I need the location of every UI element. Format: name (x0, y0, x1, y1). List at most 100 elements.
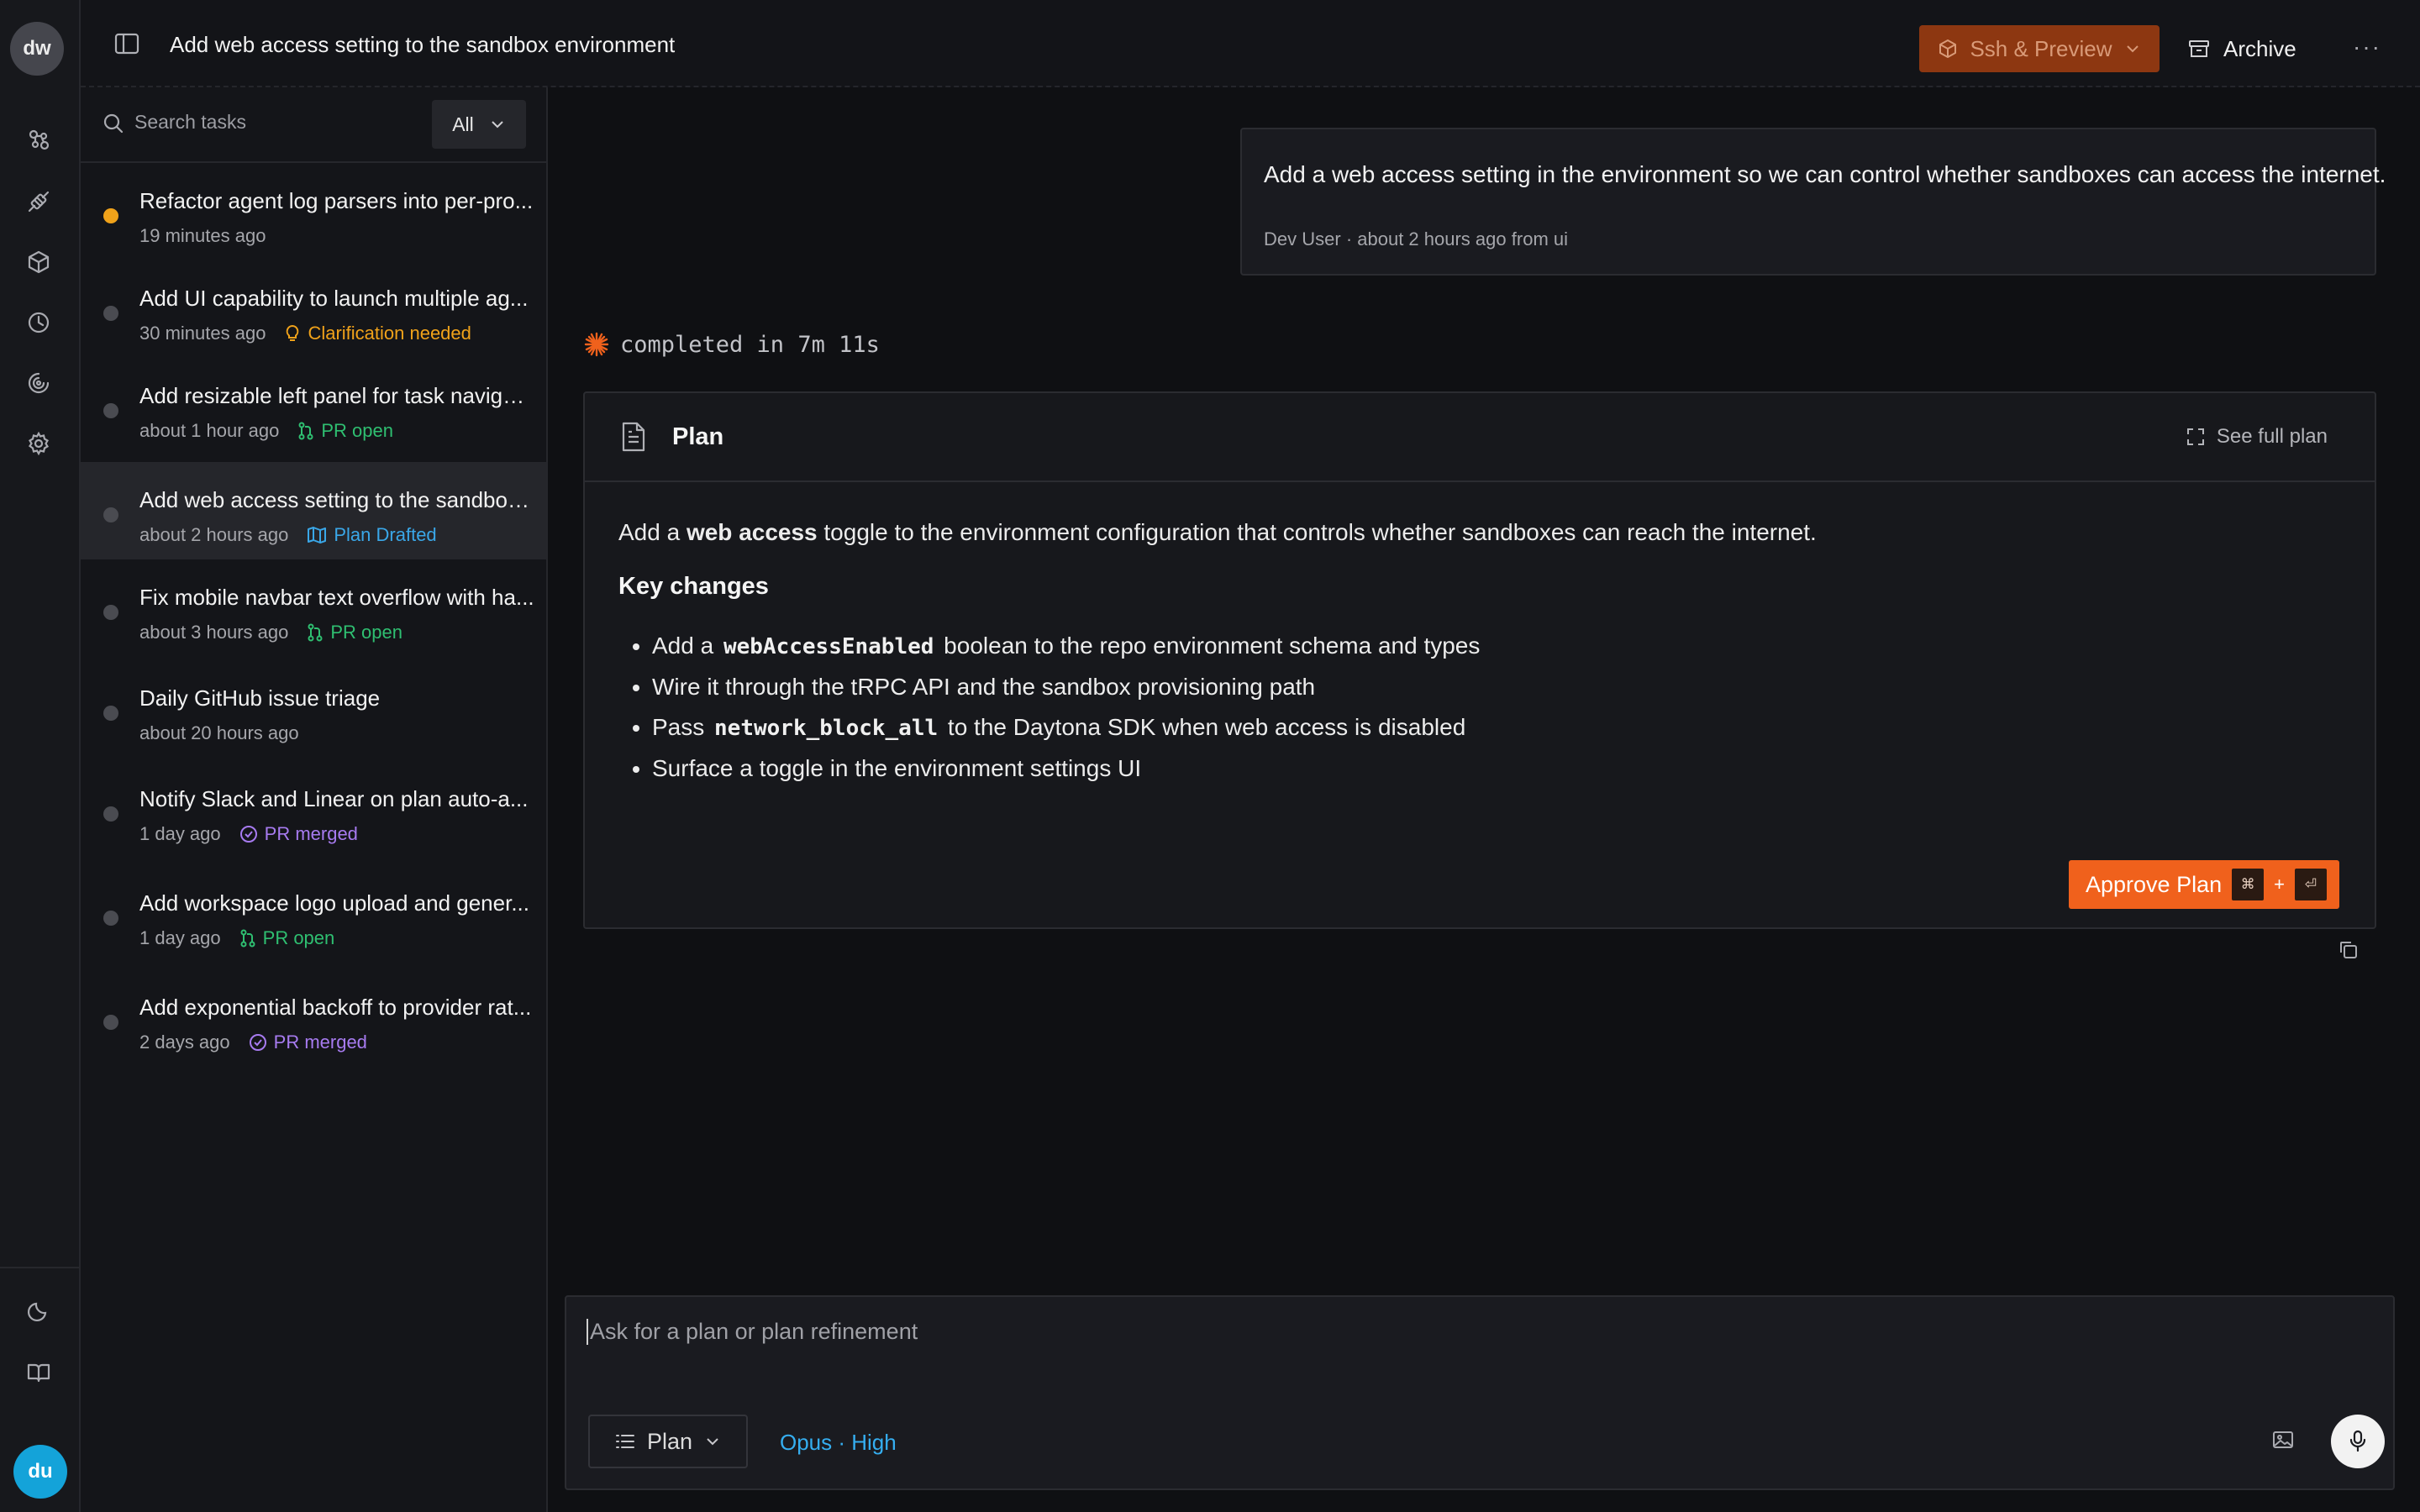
ssh-preview-button[interactable]: Ssh & Preview (1919, 25, 2160, 72)
archive-icon (2188, 39, 2210, 59)
mode-label: Plan (646, 1428, 693, 1454)
task-title: Fix mobile navbar text overflow with ha.… (139, 585, 534, 610)
see-full-plan-button[interactable]: See full plan (2186, 425, 2328, 449)
list-item: Add a webAccessEnabled boolean to the re… (652, 626, 2341, 667)
rail-divider (0, 1267, 81, 1268)
moon-icon[interactable] (24, 1295, 54, 1326)
badge-label: PR merged (273, 1032, 367, 1053)
chevron-down-icon (704, 1433, 721, 1450)
completion-status: completed in 7m 11s (583, 331, 880, 358)
search-icon (103, 113, 124, 134)
user-message-text: Add a web access setting in the environm… (1264, 161, 2386, 187)
task-title: Refactor agent log parsers into per-pro.… (139, 188, 534, 213)
list-item-text: Pass (652, 714, 712, 740)
workspace-avatar[interactable]: dw (10, 22, 64, 76)
badge-label: PR open (321, 420, 393, 441)
task-time: 30 minutes ago (139, 323, 266, 344)
chevron-down-icon (2124, 40, 2141, 57)
task-item[interactable]: Refactor agent log parsers into per-pro.… (81, 163, 546, 260)
task-title: Add exponential backoff to provider rat.… (139, 995, 532, 1020)
filter-label: All (452, 113, 474, 135)
top-bar: Add web access setting to the sandbox en… (81, 0, 2420, 87)
task-title: Notify Slack and Linear on plan auto-a..… (139, 786, 529, 811)
meta-separator: · (1345, 228, 1358, 249)
task-meta: 30 minutes ago Clarification needed (139, 323, 471, 344)
lightbulb-icon (284, 324, 301, 343)
chevron-down-icon (489, 116, 506, 133)
pull-request-icon (307, 623, 324, 642)
list-icon (615, 1432, 635, 1451)
task-item[interactable]: Notify Slack and Linear on plan auto-a..… (81, 761, 546, 858)
pr-open-badge: PR open (239, 927, 335, 949)
integrations-icon[interactable] (24, 186, 54, 217)
history-icon[interactable] (24, 307, 54, 338)
task-time: about 1 hour ago (139, 420, 280, 441)
plan-prompt-input[interactable] (587, 1319, 2183, 1345)
approve-plan-button[interactable]: Approve Plan ⌘ + ⏎ (2069, 860, 2339, 909)
task-item[interactable]: Add resizable left panel for task naviga… (81, 358, 546, 455)
mode-selector[interactable]: Plan (588, 1415, 748, 1468)
list-item-text: boolean to the repo environment schema a… (937, 633, 1481, 659)
list-item: Surface a toggle in the environment sett… (652, 748, 2341, 789)
completion-status-text: completed in 7m 11s (620, 331, 880, 358)
analytics-icon[interactable] (24, 368, 54, 398)
task-status-dot (103, 1015, 118, 1030)
plan-intro-suffix: toggle to the environment configuration … (817, 519, 1817, 545)
task-item-selected[interactable]: Add web access setting to the sandbox...… (81, 462, 546, 559)
message-time: about 2 hours ago (1357, 228, 1507, 249)
task-item[interactable]: Fix mobile navbar text overflow with ha.… (81, 559, 546, 657)
pull-request-icon (297, 422, 314, 440)
archive-button[interactable]: Archive (2188, 25, 2296, 72)
task-item[interactable]: Add UI capability to launch multiple ag.… (81, 260, 546, 358)
approve-plan-label: Approve Plan (2086, 871, 2223, 897)
model-selector[interactable]: Opus · High (780, 1430, 897, 1456)
task-title: Add UI capability to launch multiple ag.… (139, 286, 529, 311)
user-message: Add a web access setting in the environm… (1240, 128, 2386, 276)
task-item[interactable]: Daily GitHub issue triage about 20 hours… (81, 660, 546, 758)
inline-code: webAccessEnabled (723, 634, 934, 659)
plan-intro-emphasis: web access (686, 519, 818, 545)
task-meta: 2 days ago PR merged (139, 1032, 367, 1053)
shortcut-command-key: ⌘ (2232, 869, 2265, 900)
plan-intro-prefix: Add a (618, 519, 687, 545)
microphone-button[interactable] (2331, 1415, 2385, 1468)
gear-icon[interactable] (24, 428, 54, 459)
agents-icon[interactable] (24, 124, 54, 155)
list-item-text: Surface a toggle in the environment sett… (652, 755, 1142, 781)
search-bar: All (81, 87, 546, 163)
clarification-badge: Clarification needed (284, 323, 471, 344)
pr-merged-badge: PR merged (239, 823, 358, 845)
copy-icon[interactable] (2338, 939, 2360, 961)
list-item-text: to the Daytona SDK when web access is di… (941, 714, 1466, 740)
user-avatar[interactable]: du (13, 1445, 67, 1499)
task-status-dot (103, 605, 118, 620)
task-time: about 2 hours ago (139, 524, 289, 545)
task-status-dot (103, 911, 118, 926)
task-item[interactable]: Add workspace logo upload and gener... 1… (81, 865, 546, 963)
box-icon[interactable] (24, 247, 54, 277)
map-icon (307, 526, 327, 544)
task-title: Add workspace logo upload and gener... (139, 890, 530, 916)
task-status-dot (103, 507, 118, 522)
more-options-icon[interactable]: ··· (2353, 34, 2381, 60)
key-changes-heading: Key changes (618, 573, 769, 600)
pr-open-badge: PR open (307, 622, 402, 643)
task-meta: about 20 hours ago (139, 722, 299, 744)
icon-rail: dw du (0, 0, 81, 1512)
book-icon[interactable] (24, 1357, 54, 1388)
badge-label: PR open (262, 927, 335, 948)
cube-icon (1938, 39, 1958, 59)
task-title: Daily GitHub issue triage (139, 685, 381, 711)
check-circle-icon (249, 1033, 267, 1052)
image-attach-icon[interactable] (2272, 1430, 2294, 1450)
list-item-text: Add a (652, 633, 720, 659)
task-meta: 1 day ago PR merged (139, 823, 358, 845)
task-filter-dropdown[interactable]: All (432, 100, 526, 149)
badge-label: PR open (330, 622, 402, 643)
shortcut-enter-key: ⏎ (2294, 869, 2327, 900)
task-list-panel: All Refactor agent log parsers into per-… (81, 87, 548, 1512)
task-item[interactable]: Add exponential backoff to provider rat.… (81, 969, 546, 1067)
search-input[interactable] (134, 111, 403, 134)
sidebar-toggle-icon[interactable] (114, 32, 139, 55)
sparkle-icon (583, 331, 610, 358)
